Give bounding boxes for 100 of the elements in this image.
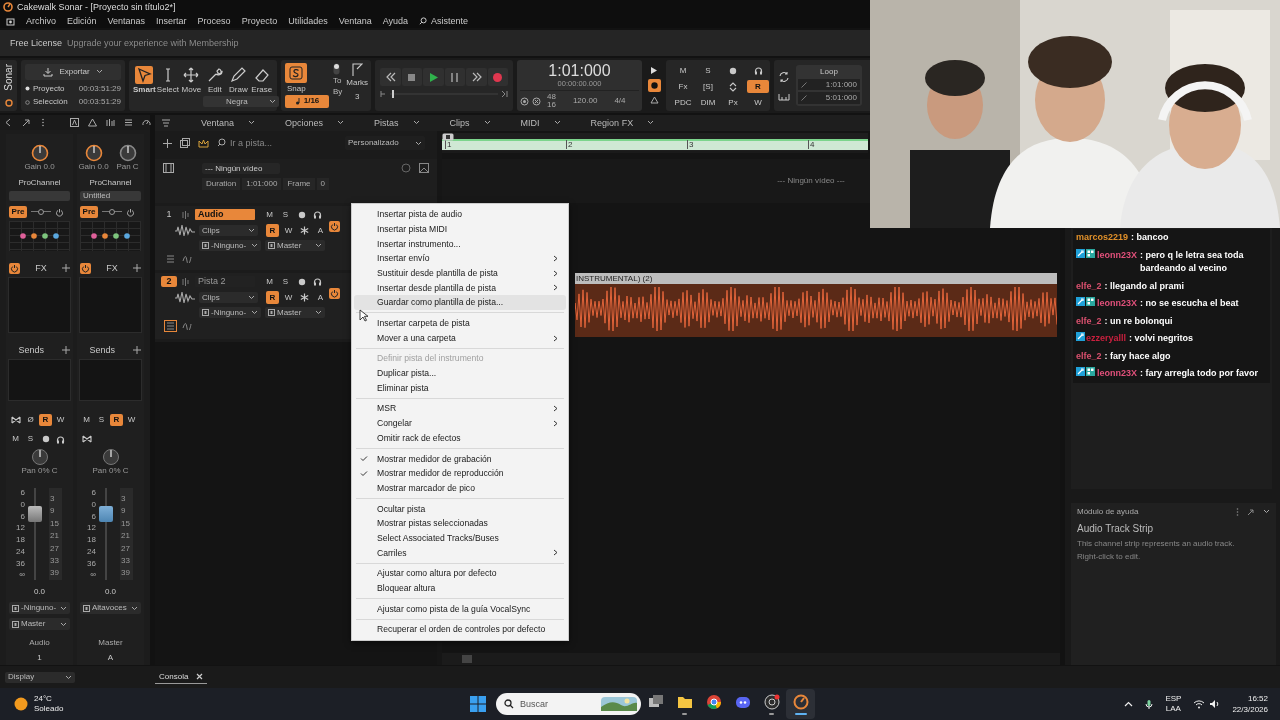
view-menu[interactable]: Clips	[449, 117, 491, 129]
console-tab[interactable]: Consola	[155, 669, 208, 685]
output-dropdown[interactable]: Master	[265, 240, 325, 251]
menu-item[interactable]: Archivo	[26, 15, 56, 27]
menu-item[interactable]: Proyecto	[241, 15, 278, 27]
menu-item[interactable]: Congelar	[354, 415, 566, 431]
go-to-track-field[interactable]: Ir a pista...	[217, 137, 337, 149]
toggle-button[interactable]: M	[9, 433, 22, 445]
toggle-button[interactable]: Fx	[672, 80, 694, 93]
preset-dropdown[interactable]: Personalizado	[345, 136, 425, 150]
track-name-field[interactable]: Audio	[195, 209, 255, 220]
menu-item[interactable]: MSR	[354, 401, 566, 416]
menu-item[interactable]: Recuperar el orden de controles por defecto	[354, 622, 566, 637]
toggle-button[interactable]: W	[282, 224, 295, 237]
clock[interactable]: 16:52 22/3/2026	[1232, 693, 1268, 715]
language-indicator[interactable]: ESP LAA	[1165, 694, 1182, 714]
tool-button[interactable]: Erase	[250, 63, 274, 95]
toggle-button[interactable]: R	[266, 291, 279, 304]
menu-item[interactable]: Ajustar como pista de la guía VocalSync	[354, 601, 566, 617]
tool-button[interactable]: Move	[180, 63, 203, 95]
tool-button[interactable]: Select	[156, 63, 180, 95]
upgrade-link[interactable]: Upgrade your experience with Membership	[67, 37, 239, 49]
menu-item[interactable]: Select Associated Tracks/Buses	[354, 530, 566, 546]
menu-item[interactable]: Mostrar pistas seleccionadas	[354, 516, 566, 531]
preset-field[interactable]: Untitled	[80, 191, 141, 201]
menu-item[interactable]: Eliminar pista	[354, 380, 566, 396]
toggle-button[interactable]: W	[282, 291, 295, 304]
toggle-button[interactable]: [S]	[697, 80, 719, 93]
toggle-button[interactable]: DIM	[697, 96, 719, 109]
clips-dropdown[interactable]: Clips	[199, 225, 258, 236]
menu-item[interactable]: Ventanas	[107, 15, 146, 27]
menu-item[interactable]: Insertar pista de audio	[354, 207, 566, 222]
view-menu[interactable]: Pistas	[374, 117, 420, 129]
search-field[interactable]: Buscar	[496, 693, 641, 715]
menu-item[interactable]: Mostrar marcador de pico	[354, 480, 566, 496]
audio-clip[interactable]: INSTRUMENTAL) (2)	[575, 273, 1057, 337]
menu-item[interactable]: Utilidades	[288, 15, 328, 27]
menu-item[interactable]: Bloquear altura	[354, 580, 566, 596]
loop-time-field[interactable]: 1:01:000	[798, 78, 860, 91]
meter-value[interactable]: 4/4	[614, 96, 626, 106]
toggle-button[interactable]: S	[24, 433, 37, 445]
menu-item[interactable]: Insertar instrumento...	[354, 236, 566, 252]
input-dropdown[interactable]: -Ninguno-	[199, 307, 261, 318]
menu-item[interactable]: Proceso	[197, 15, 231, 27]
toggle-button[interactable]: S	[697, 64, 719, 77]
output-dropdown[interactable]: Master	[265, 307, 325, 318]
view-menu[interactable]: Region FX	[590, 117, 655, 129]
toggle-button[interactable]: M	[263, 208, 276, 221]
snap-value-button[interactable]: 1/16	[285, 94, 329, 108]
toggle-button[interactable]: Ø	[24, 414, 37, 426]
view-menu[interactable]: Ventana	[201, 117, 256, 129]
input-dropdown[interactable]: -Ninguno-	[199, 240, 261, 251]
menu-item[interactable]: Ayuda	[382, 15, 409, 27]
menu-item[interactable]: Insertar carpeta de pista	[354, 315, 566, 331]
toggle-button[interactable]: M	[263, 275, 276, 288]
assistant-menu[interactable]: Asistente	[419, 15, 469, 27]
view-menu[interactable]: Opciones	[285, 117, 345, 129]
menu-item[interactable]: Duplicar pista...	[354, 365, 566, 381]
pre-button[interactable]: Pre	[80, 206, 98, 218]
toggle-button[interactable]: W	[54, 414, 67, 426]
tool-button[interactable]: Edit	[203, 63, 227, 95]
toggle-button[interactable]: W	[747, 96, 769, 109]
input-dropdown[interactable]: Altavoces	[80, 602, 141, 614]
menu-item[interactable]: Insertar	[156, 15, 187, 27]
menu-item[interactable]: Insertar pista MIDI	[354, 221, 566, 237]
menu-item[interactable]: Guardar como plantilla de pista...	[354, 295, 566, 310]
toggle-button[interactable]: S	[279, 208, 292, 221]
toggle-button[interactable]: M	[672, 64, 694, 77]
menu-item[interactable]: Carriles	[354, 545, 566, 561]
menu-item[interactable]: Omitir rack de efectos	[354, 430, 566, 446]
menu-item[interactable]: Mostrar medidor de reproducción	[354, 466, 566, 481]
duration-dropdown[interactable]: Negra	[203, 96, 279, 107]
menu-item[interactable]: Sustituir desde plantilla de pista	[354, 265, 566, 281]
toggle-button[interactable]: PDC	[672, 96, 694, 109]
toggle-button[interactable]: S	[95, 414, 108, 426]
menu-item[interactable]: Mover a una carpeta	[354, 330, 566, 346]
menu-item[interactable]: Insertar desde plantilla de pista	[354, 280, 566, 296]
toggle-button[interactable]: W	[125, 414, 138, 426]
view-menu[interactable]: MIDI	[520, 117, 561, 129]
menu-item[interactable]: Ajustar como altura por defecto	[354, 566, 566, 581]
toggle-button[interactable]: R	[266, 224, 279, 237]
display-dropdown[interactable]: Display	[5, 671, 75, 683]
menu-item[interactable]: Insertar envío	[354, 251, 566, 266]
pre-button[interactable]: Pre	[9, 206, 27, 218]
toggle-button[interactable]: Px	[722, 96, 744, 109]
clips-dropdown[interactable]: Clips	[199, 292, 258, 303]
toggle-button[interactable]: S	[279, 275, 292, 288]
toggle-button[interactable]: A	[314, 291, 327, 304]
output-dropdown[interactable]: Master	[9, 618, 70, 630]
menu-item[interactable]: Edición	[67, 15, 97, 27]
timeline-ruler[interactable]: 1 2 3 4	[442, 133, 868, 153]
toggle-button[interactable]: R	[39, 414, 52, 426]
menu-item[interactable]: Mostrar medidor de grabación	[354, 451, 566, 466]
toggle-button[interactable]: M	[80, 414, 93, 426]
tool-button[interactable]: Smart	[133, 63, 156, 95]
menu-item[interactable]: Ocultar pista	[354, 501, 566, 517]
input-dropdown[interactable]: -Ninguno-	[9, 602, 70, 614]
export-button[interactable]: Exportar	[25, 64, 121, 80]
toggle-button[interactable]: A	[314, 224, 327, 237]
sonar-tab[interactable]: Sonar	[0, 60, 17, 111]
